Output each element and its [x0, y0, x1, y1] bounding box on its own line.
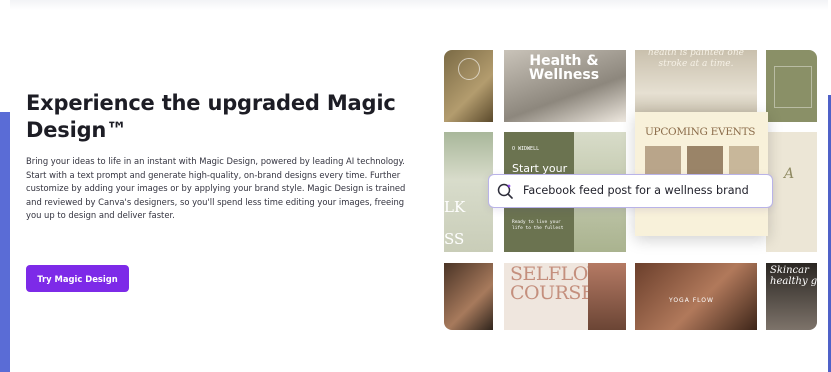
- template-tile-health-wellness[interactable]: Health & Wellness: [504, 50, 626, 122]
- template-tile-portrait[interactable]: [444, 263, 493, 330]
- template-tile-1[interactable]: [444, 50, 493, 122]
- top-shadow: [10, 0, 828, 10]
- left-accent-strip: [0, 112, 10, 372]
- small-caption: Ready to live your life to the fullest: [512, 220, 564, 231]
- stroke-quote: health is painted one stroke at a time.: [648, 50, 744, 69]
- script-letter: A: [784, 166, 795, 182]
- prompt-text: Facebook feed post for a wellness brand: [523, 184, 749, 197]
- event-photo-1: [645, 146, 681, 176]
- health-wellness-title: Health & Wellness: [528, 53, 600, 83]
- event-photo-2: [687, 146, 723, 176]
- tile-letters-lk: LK: [444, 198, 466, 216]
- template-tile-skincare[interactable]: Skincar healthy g: [766, 263, 817, 330]
- brand-tag: O WIDWELL: [512, 146, 540, 152]
- section-description: Bring your ideas to life in an instant w…: [26, 156, 406, 221]
- logo-circle-icon: [458, 58, 480, 80]
- template-tile-selflove[interactable]: SELFLOVE COURSE: [504, 263, 626, 330]
- section-title: Experience the upgraded Magic Design™: [26, 91, 396, 142]
- try-magic-design-button[interactable]: Try Magic Design: [26, 265, 129, 292]
- template-tile-sage[interactable]: LK SS: [444, 132, 493, 252]
- frame-decoration: [774, 66, 812, 108]
- yoga-flow-label: YOGA FLOW: [669, 297, 714, 304]
- upcoming-events-title: UPCOMING EVENTS: [645, 126, 756, 138]
- template-tile-yoga-flow[interactable]: YOGA FLOW: [635, 263, 757, 330]
- template-tile-olive[interactable]: [766, 50, 817, 122]
- skincare-title: Skincar healthy g: [770, 265, 817, 287]
- selflove-title: SELFLOVE COURSE: [510, 263, 615, 304]
- tile-letters-ss: SS: [444, 230, 465, 248]
- magic-design-prompt[interactable]: Facebook feed post for a wellness brand: [488, 174, 773, 208]
- magic-search-icon: [497, 183, 513, 199]
- selflove-photo: [588, 263, 626, 330]
- template-tile-script[interactable]: A: [766, 132, 817, 252]
- event-photo-3: [729, 146, 759, 176]
